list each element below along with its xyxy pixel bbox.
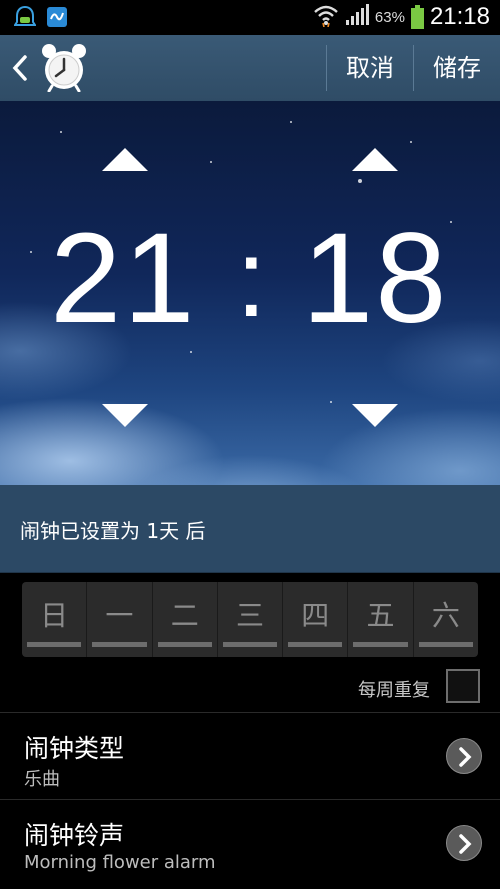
alarm-type-row[interactable]: 闹钟类型 乐曲 xyxy=(0,713,500,799)
day-indicator xyxy=(92,642,147,647)
day-indicator xyxy=(418,642,473,647)
day-label: 三 xyxy=(235,599,264,632)
day-toggle-sat[interactable]: 六 xyxy=(414,582,478,657)
day-toggle-sun[interactable]: 日 xyxy=(22,582,88,657)
day-label: 二 xyxy=(170,599,199,632)
alarm-info-text: 闹钟已设置为 1天 后 xyxy=(20,519,206,543)
alarm-tone-title: 闹钟铃声 xyxy=(24,821,125,850)
battery-icon xyxy=(410,5,424,29)
minute-value[interactable]: 18 xyxy=(302,204,448,354)
save-button[interactable]: 储存 xyxy=(414,35,500,101)
day-label: 五 xyxy=(366,599,395,632)
battery-percent: 63% xyxy=(374,8,405,26)
wifi-icon xyxy=(313,3,339,31)
signal-icon xyxy=(345,4,369,30)
minute-increase-button[interactable] xyxy=(352,148,398,171)
chevron-right-icon[interactable] xyxy=(446,825,482,861)
hour-decrease-button[interactable] xyxy=(102,404,148,427)
cancel-button[interactable]: 取消 xyxy=(327,35,413,101)
notification-app-icon xyxy=(46,5,68,29)
day-indicator xyxy=(288,642,343,647)
alarm-tone-row[interactable]: 闹钟铃声 Morning flower alarm xyxy=(0,800,500,886)
alarm-type-value: 乐曲 xyxy=(24,769,60,790)
day-toggle-mon[interactable]: 一 xyxy=(87,582,153,657)
day-indicator xyxy=(157,642,212,647)
day-indicator xyxy=(353,642,408,647)
time-separator: : xyxy=(236,217,267,340)
day-toggle-wed[interactable]: 三 xyxy=(218,582,284,657)
day-label: 一 xyxy=(105,599,134,632)
day-toggle-thu[interactable]: 四 xyxy=(283,582,349,657)
alarm-tone-value: Morning flower alarm xyxy=(24,852,216,873)
chevron-right-icon[interactable] xyxy=(446,738,482,774)
day-toggle-tue[interactable]: 二 xyxy=(153,582,218,657)
notification-chat-icon xyxy=(13,5,37,29)
alarm-info-bar: 闹钟已设置为 1天 后 xyxy=(0,485,500,573)
time-picker: 21 : 18 xyxy=(0,101,500,485)
day-label: 六 xyxy=(431,599,460,632)
alarm-type-title: 闹钟类型 xyxy=(24,734,125,763)
repeat-weekly-checkbox[interactable] xyxy=(446,669,480,703)
hour-value[interactable]: 21 xyxy=(50,204,196,354)
alarm-clock-icon[interactable] xyxy=(40,42,88,96)
action-bar: 取消 储存 xyxy=(0,35,500,102)
day-indicator xyxy=(222,642,278,647)
day-label: 日 xyxy=(40,599,69,632)
minute-decrease-button[interactable] xyxy=(352,404,398,427)
back-chevron-icon[interactable] xyxy=(10,54,30,86)
day-indicator xyxy=(27,642,82,647)
day-label: 四 xyxy=(301,599,330,632)
day-toggle-fri[interactable]: 五 xyxy=(348,582,414,657)
repeat-weekly-label: 每周重复 xyxy=(358,680,430,701)
hour-increase-button[interactable] xyxy=(102,148,148,171)
status-bar: 63% 21:18 xyxy=(0,0,500,35)
day-selector: 日 一 二 三 四 五 六 xyxy=(22,582,478,657)
status-time: 21:18 xyxy=(429,3,490,30)
